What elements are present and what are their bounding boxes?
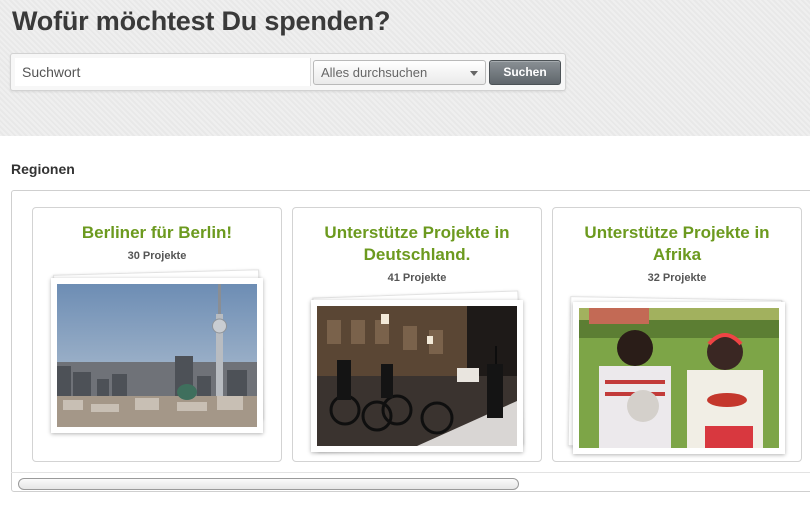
- chevron-down-icon: [470, 71, 478, 76]
- region-card-title[interactable]: Unterstütze Projekte in Afrika: [553, 222, 801, 266]
- night-street-bicycles-photo[interactable]: [311, 300, 523, 452]
- region-card-berlin[interactable]: Berliner für Berlin! 30 Projekte: [32, 207, 282, 462]
- region-card-count: 30 Projekte: [127, 250, 187, 262]
- search-input[interactable]: [15, 58, 311, 86]
- regions-heading: Regionen: [11, 161, 75, 177]
- berlin-skyline-tv-tower-photo[interactable]: [51, 278, 263, 433]
- region-card-africa[interactable]: Unterstütze Projekte in Afrika 32 Projek…: [552, 207, 802, 462]
- search-scope-value: Alles durchsuchen: [321, 65, 428, 80]
- page-title: Wofür möchtest Du spenden?: [12, 6, 391, 36]
- search-button[interactable]: Suchen: [489, 60, 561, 85]
- region-card-germany[interactable]: Unterstütze Projekte in Deutschland. 41 …: [292, 207, 542, 462]
- african-children-eating-photo[interactable]: [573, 302, 785, 454]
- region-card-count: 32 Projekte: [647, 272, 707, 284]
- search-scope-select[interactable]: Alles durchsuchen: [313, 60, 486, 85]
- region-card-count: 41 Projekte: [387, 272, 447, 284]
- search-form: Alles durchsuchen Suchen: [10, 53, 566, 91]
- region-card-title[interactable]: Unterstütze Projekte in Deutschland.: [293, 222, 541, 266]
- region-card-title[interactable]: Berliner für Berlin!: [33, 222, 281, 244]
- search-banner: Wofür möchtest Du spenden? Alles durchsu…: [0, 0, 810, 136]
- horizontal-scrollbar[interactable]: [18, 478, 519, 490]
